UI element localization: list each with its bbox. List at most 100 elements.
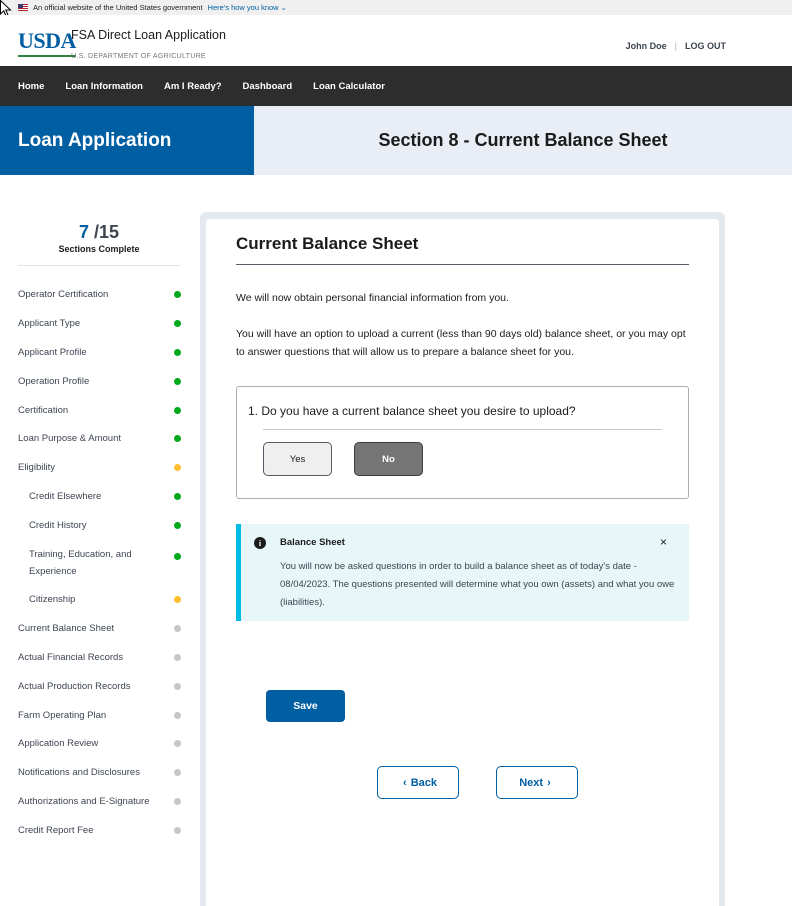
yes-button[interactable]: Yes	[263, 442, 332, 476]
sidebar-item-label: Applicant Profile	[18, 346, 87, 358]
user-area: John Doe | LOG OUT	[626, 41, 726, 51]
sidebar-item-operation-profile[interactable]: Operation Profile	[18, 367, 182, 396]
save-button[interactable]: Save	[266, 690, 345, 722]
sidebar-item-credit-report-fee[interactable]: Credit Report Fee	[18, 816, 182, 845]
app-title: FSA Direct Loan Application	[71, 28, 226, 42]
sidebar-item-label: Operation Profile	[18, 375, 90, 387]
next-button-label: Next	[519, 776, 544, 789]
status-not-started-icon	[174, 769, 181, 777]
status-complete-icon	[174, 522, 181, 530]
sidebar-item-label: Farm Operating Plan	[18, 709, 107, 721]
sidebar-item-authorizations-e-signature[interactable]: Authorizations and E-Signature	[18, 787, 182, 816]
status-not-started-icon	[174, 827, 181, 835]
user-name: John Doe	[625, 41, 667, 51]
sidebar-item-label: Credit Elsewhere	[29, 491, 102, 503]
logout-link[interactable]: LOG OUT	[685, 41, 726, 51]
sidebar-item-label: Credit History	[29, 520, 87, 532]
progress-completed: 7	[78, 222, 89, 242]
sidebar-item-current-balance-sheet[interactable]: Current Balance Sheet	[18, 614, 182, 643]
page-title: Current Balance Sheet	[236, 234, 419, 253]
status-complete-icon	[174, 290, 181, 298]
sidebar-item-operator-certification[interactable]: Operator Certification	[18, 280, 182, 309]
sidebar-item-farm-operating-plan[interactable]: Farm Operating Plan	[18, 701, 182, 730]
description-text: You will have an option to upload a curr…	[236, 328, 686, 358]
question-text: 1. Do you have a current balance sheet y…	[248, 404, 576, 418]
status-complete-icon	[174, 319, 181, 327]
chevron-right-icon: ›	[547, 776, 551, 789]
main-nav: Home Loan Information Am I Ready? Dashbo…	[0, 66, 792, 106]
sidebar-item-notifications-disclosures[interactable]: Notifications and Disclosures	[18, 758, 182, 787]
close-icon[interactable]: ×	[660, 535, 667, 549]
status-in-progress-icon	[174, 464, 181, 472]
us-flag-icon	[18, 4, 28, 11]
sidebar-item-loan-purpose-amount[interactable]: Loan Purpose & Amount	[18, 424, 182, 453]
page-hero: Loan Application Section 8 - Current Bal…	[0, 106, 792, 175]
gov-banner: An official website of the United States…	[0, 0, 792, 15]
sidebar-item-label: Applicant Type	[18, 317, 81, 329]
sidebar-item-application-review[interactable]: Application Review	[18, 729, 182, 758]
nav-home[interactable]: Home	[18, 81, 44, 92]
status-not-started-icon	[174, 798, 181, 806]
section-title: Section 8 - Current Balance Sheet	[378, 130, 668, 150]
gov-banner-text: An official website of the United States…	[33, 3, 203, 12]
sidebar-item-label: Certification	[18, 404, 69, 416]
sidebar-item-label: Training, Education, and Experience	[29, 548, 132, 577]
sidebar-item-label: Actual Financial Records	[18, 651, 124, 663]
question-divider	[263, 429, 662, 430]
sidebar-item-training-education-experience[interactable]: Training, Education, and Experience	[18, 540, 182, 585]
sidebar-item-credit-history[interactable]: Credit History	[18, 511, 182, 540]
sidebar-item-credit-elsewhere[interactable]: Credit Elsewhere	[18, 482, 182, 511]
sidebar-item-label: Eligibility	[18, 462, 55, 474]
status-not-started-icon	[174, 740, 181, 748]
site-header: USDA FSA Direct Loan Application U.S. DE…	[0, 15, 792, 66]
alert-title: Balance Sheet	[280, 537, 345, 548]
user-separator: |	[674, 41, 677, 51]
sidebar-item-citizenship[interactable]: Citizenship	[18, 585, 182, 614]
usda-logo[interactable]: USDA	[18, 28, 76, 57]
sidebar-item-label: Operator Certification	[18, 288, 109, 300]
department-name: U.S. DEPARTMENT OF AGRICULTURE	[71, 53, 206, 60]
nav-loan-information[interactable]: Loan Information	[65, 81, 143, 92]
back-button-label: Back	[410, 776, 437, 789]
sidebar-item-eligibility[interactable]: Eligibility	[18, 453, 182, 482]
info-icon: i	[254, 537, 266, 549]
status-complete-icon	[174, 435, 181, 443]
no-button[interactable]: No	[354, 442, 423, 476]
sidebar-item-label: Authorizations and E-Signature	[18, 796, 150, 808]
sidebar-divider	[18, 265, 180, 266]
intro-text: We will now obtain personal financial in…	[236, 292, 509, 304]
sidebar-item-actual-production-records[interactable]: Actual Production Records	[18, 672, 182, 701]
alert-body: You will now be asked questions in order…	[280, 561, 675, 608]
sidebar-item-actual-financial-records[interactable]: Actual Financial Records	[18, 643, 182, 672]
status-not-started-icon	[174, 682, 181, 690]
sidebar-item-label: Citizenship	[29, 593, 76, 605]
next-button[interactable]: Next ›	[496, 766, 578, 799]
section-nav: Operator Certification Applicant Type Ap…	[18, 280, 182, 845]
nav-dashboard[interactable]: Dashboard	[243, 81, 293, 92]
nav-loan-calculator[interactable]: Loan Calculator	[313, 81, 385, 92]
progress-summary: 7 /15 Sections Complete	[18, 222, 180, 254]
status-complete-icon	[174, 553, 181, 561]
progress-label: Sections Complete	[58, 244, 140, 254]
sidebar-item-label: Application Review	[18, 738, 99, 750]
sidebar-item-label: Loan Purpose & Amount	[18, 433, 121, 445]
title-divider	[236, 264, 689, 265]
sidebar-item-label: Actual Production Records	[18, 680, 131, 692]
sidebar-item-applicant-profile[interactable]: Applicant Profile	[18, 338, 182, 367]
status-in-progress-icon	[174, 595, 181, 603]
status-complete-icon	[174, 406, 181, 414]
hero-title: Loan Application	[0, 106, 254, 175]
sidebar-item-label: Notifications and Disclosures	[18, 767, 140, 779]
heres-how-you-know-link[interactable]: Here's how you know ⌄	[208, 3, 287, 12]
status-complete-icon	[174, 493, 181, 501]
sidebar-item-certification[interactable]: Certification	[18, 396, 182, 425]
status-not-started-icon	[174, 624, 181, 632]
sidebar-item-applicant-type[interactable]: Applicant Type	[18, 309, 182, 338]
back-button[interactable]: ‹ Back	[377, 766, 459, 799]
sidebar-item-label: Current Balance Sheet	[18, 622, 115, 634]
nav-am-i-ready[interactable]: Am I Ready?	[164, 81, 222, 92]
chevron-left-icon: ‹	[403, 776, 407, 789]
status-complete-icon	[174, 348, 181, 356]
status-complete-icon	[174, 377, 181, 385]
status-not-started-icon	[174, 653, 181, 661]
